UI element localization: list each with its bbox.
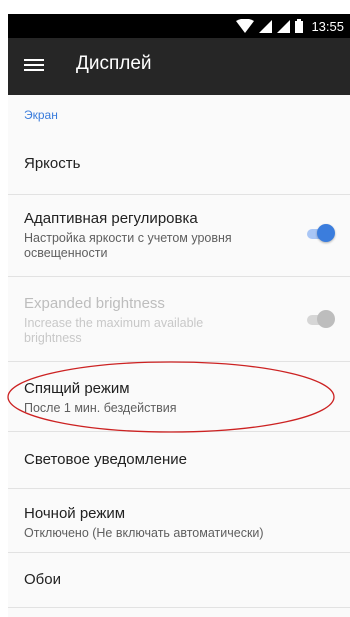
setting-summary: Increase the maximum available brightnes… — [24, 316, 204, 345]
setting-title: Ночной режим — [24, 505, 126, 522]
settings-list: Экран Яркость Адаптивная регулировка Нас… — [8, 95, 350, 617]
setting-light-notification[interactable]: Световое уведомление — [8, 451, 350, 469]
status-bar: 13:55 — [8, 14, 350, 38]
setting-summary: Настройка яркости с учетом уровня освеще… — [24, 231, 232, 260]
screen: 13:55 Дисплей Экран Яркость Адаптивная р… — [0, 0, 350, 617]
setting-title: Адаптивная регулировка — [24, 210, 198, 227]
divider — [8, 552, 350, 553]
setting-title: Обои — [24, 571, 61, 588]
setting-adaptive-brightness[interactable]: Адаптивная регулировка Настройка яркости… — [8, 210, 350, 261]
section-header-screen: Экран — [24, 108, 58, 122]
signal-icon — [277, 19, 291, 33]
battery-icon — [295, 19, 304, 33]
expanded-brightness-switch — [305, 309, 335, 329]
setting-expanded-brightness: Expanded brightness Increase the maximum… — [8, 295, 350, 346]
setting-title: Спящий режим — [24, 380, 130, 397]
setting-title: Световое уведомление — [24, 451, 187, 468]
app-toolbar: Дисплей — [8, 38, 350, 95]
setting-sleep[interactable]: Спящий режим После 1 мин. бездействия — [8, 380, 350, 416]
status-icons: 13:55 — [236, 17, 344, 35]
status-time: 13:55 — [311, 18, 344, 34]
setting-wallpaper[interactable]: Обои — [8, 571, 350, 589]
setting-title: Expanded brightness — [24, 295, 165, 312]
divider — [8, 607, 350, 608]
setting-night-mode[interactable]: Ночной режим Отключено (Не включать авто… — [8, 505, 350, 541]
divider — [8, 276, 350, 277]
divider — [8, 431, 350, 432]
setting-title: Яркость — [24, 155, 81, 172]
wifi-icon — [236, 19, 255, 33]
signal-icon — [259, 19, 273, 33]
adaptive-brightness-switch[interactable] — [305, 223, 335, 243]
setting-summary: После 1 мин. бездействия — [24, 401, 177, 415]
setting-summary: Отключено (Не включать автоматически) — [24, 526, 264, 540]
divider — [8, 488, 350, 489]
divider — [8, 361, 350, 362]
divider — [8, 194, 350, 195]
page-title: Дисплей — [76, 53, 152, 74]
menu-icon[interactable] — [24, 56, 44, 76]
setting-brightness[interactable]: Яркость — [8, 155, 350, 173]
